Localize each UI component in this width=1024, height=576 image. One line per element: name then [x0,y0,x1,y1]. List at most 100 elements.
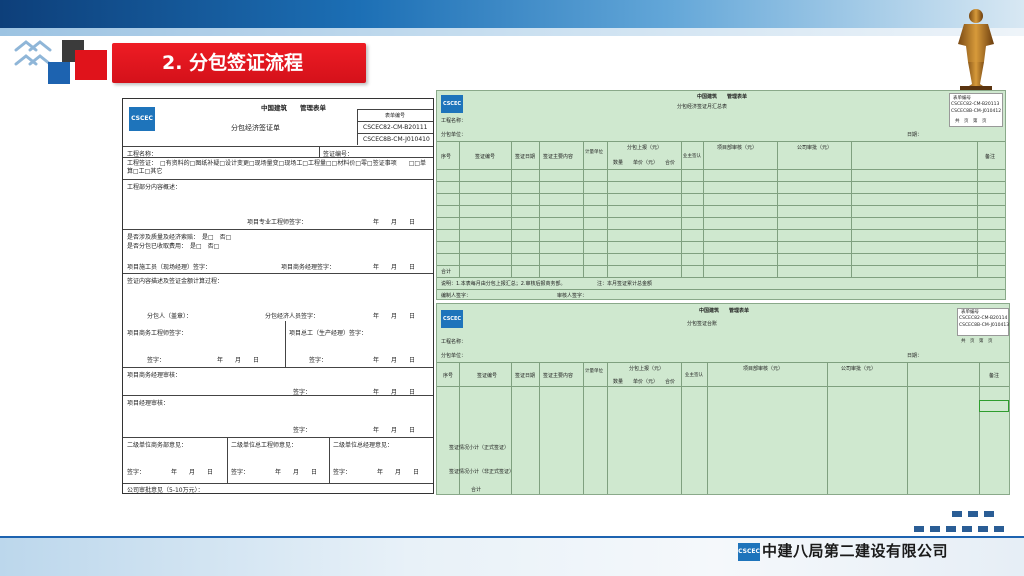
sheet1-col-note: 备注 [985,154,996,160]
sheet2-col-content: 签证主要内容 [543,373,574,379]
visa-ledger-sheet: CSCEC 中国建筑 管理表单 分包签证台账 表单编号 CSCEC82-CM-B… [436,303,1010,495]
slide: 2. 分包签证流程 CSCEC 中国建筑 管理表单 分包经济签证单 表单编号 C… [0,0,1024,576]
monthly-summary-sheet: CSCEC 中国建筑 管理表单 分包经济签证月汇总表 表单编号 CSCEC82-… [436,90,1006,300]
form-date-2: 年 月 日 [373,264,416,271]
sheet2-col-sub: 分包上报（元） [629,366,665,372]
sheet1-col-date: 签证日期 [515,154,536,160]
sheet1-sub-price: 单价（元） [633,160,659,166]
form-sub-econ-sign: 分包经济人员签字： [265,313,320,320]
form-dept-sign-1: 项目商务工程师签字： [127,330,188,337]
form-date-10: 年 月 日 [377,469,420,476]
form-sign-1: 签字： [147,357,166,364]
sheet1-code-1: CSCEC82-CM-B20113 [951,102,1000,107]
sheet2-sub-price: 单价（元） [633,379,659,385]
top-banner [0,0,1024,28]
sheet1-logo: CSCEC [441,95,463,113]
sheet2-project-label: 工程名称： [441,339,467,345]
sheet1-code-label: 表单编号 [953,96,971,101]
sheet1-col-content: 签证主要内容 [543,154,574,160]
form-sign-6: 签字： [231,469,250,476]
sheet2-logo: CSCEC [441,310,463,328]
sheet2-col-unit: 计量单位 [585,369,603,374]
company-logo: CSCEC [738,543,760,561]
form-sign-7: 签字： [333,469,352,476]
sheet2-header: 中国建筑 管理表单 [699,308,750,314]
sheet1-note: 说明：1.本表每月由分包上报汇总；2.审核后报商务部。 [441,281,566,287]
sheet1-col-owner: 业主签认 [683,154,701,159]
sheet2-row-informal: 签证情况小计（非正式签证） [449,469,515,475]
form-date-5: 年 月 日 [373,357,416,364]
form-dept-sign-2: 项目总工（生产经理）签字： [289,330,368,337]
form-dept-2: 二级单位总工程师意见： [231,442,298,449]
sheet1-sub-qty: 数量 [613,160,624,166]
subcontract-visa-form: CSCEC 中国建筑 管理表单 分包经济签证单 表单编号 CSCEC82-CM-… [122,98,434,494]
sheet1-col-sub: 分包上报（元） [627,145,663,151]
slide-title: 2. 分包签证流程 [112,43,366,83]
selected-cell[interactable] [979,400,1009,412]
statue-icon [958,9,994,91]
sheet1-note2: 注：本月签证累计总金额 [597,281,653,287]
sheet2-col-note: 备注 [989,373,1000,379]
form-date-8: 年 月 日 [171,469,214,476]
form-reason: 工程签证： □有资料的□图纸补疑□设计变更□现场量变□现场工□工程量□□材料价□… [127,160,427,175]
form-code-label: 表单编号 [385,113,406,119]
deco-square-blue [48,62,70,84]
deco-square-red [75,50,107,80]
sheet1-sign1: 编制人签字： [441,293,472,299]
sheet2-col-dept: 项目部审核（元） [743,366,784,372]
form-pd-label: 项目经理审核： [127,400,170,407]
sheet2-row-formal: 签证情况小计（正式签证） [449,445,510,451]
form-dept-1: 二级单位商务部意见： [127,442,188,449]
sheet2-sub-total: 合价 [665,379,676,385]
sheet2-title: 分包签证台账 [687,321,718,327]
sheet1-col-comp: 公司审批（元） [797,145,833,151]
company-name: 中建八局第二建设有限公司 [762,542,949,560]
sheet2-sub-label: 分包单位： [441,353,467,359]
form-warranty-label: 是否涉及质量及经济索赔： 是□ 否□ [127,234,232,241]
sheet1-title: 分包经济签证月汇总表 [677,104,728,110]
form-dept-3: 二级单位总经理意见： [333,442,394,449]
form-eng-label: 项目商务经理签字： [281,264,336,271]
form-fm-label: 项目施工员（现场经理）签字： [127,264,212,271]
sheet1-col-unit: 计量单位 [585,150,603,155]
sheet2-col-owner: 业主签认 [685,373,703,378]
top-banner-stripe [0,28,1024,36]
sheet1-col-code: 签证编号 [475,154,496,160]
form-date-1: 年 月 日 [373,219,416,226]
sheet2-code-label: 表单编号 [961,310,979,315]
sheet2-col-code: 签证编号 [477,373,498,379]
sheet1-total: 合计 [441,269,452,275]
form-sub-sign: 分包人（盖章）： [147,313,193,320]
sheet1-col-dept: 项目部审核（元） [717,145,758,151]
form-code-1: CSCEC82-CM-B20111 [363,124,428,131]
form-work-content-label: 工程部分内容概述： [127,184,182,191]
form-pm-mgr-label: 项目商务经理审核： [127,372,182,379]
form-header: 中国建筑 管理表单 [261,104,326,112]
form-footer: 公司审批意见（5-10万元）： [127,487,204,494]
form-title: 分包经济签证单 [231,124,280,132]
form-date-3: 年 月 日 [373,313,416,320]
sheet1-sub-label: 分包单位： [441,132,467,138]
sheet1-sign2: 审核人签字： [557,293,588,299]
form-code-2: CSCEC8B-CM-J010410 [363,136,430,143]
sheet1-page: 共 页 第 页 [955,119,987,124]
sheet1-header: 中国建筑 管理表单 [697,94,748,100]
form-sign-2: 签字： [309,357,328,364]
form-charge-label: 是否分包已收取费用： 是□ 否□ [127,243,220,250]
form-date-7: 年 月 日 [373,427,416,434]
form-sign-4: 签字： [293,427,312,434]
form-logo: CSCEC [129,107,155,131]
sheet2-col-date: 签证日期 [515,373,536,379]
sheet2-row-total: 合计 [471,487,482,493]
sheet2-period-label: 日期： [907,353,923,359]
sheet1-col-no: 序号 [441,154,452,160]
sheet2-page: 共 页 第 页 [961,339,993,344]
sheet1-sub-total: 合价 [665,160,676,166]
sheet2-code-2: CSCEC8B-CM-J010413 [959,323,1010,328]
sheet2-code-1: CSCEC82-CM-B20114 [959,316,1008,321]
sheet1-code-2: CSCEC8B-CM-J010412 [951,109,1002,114]
form-date-4: 年 月 日 [217,357,260,364]
form-pm-sign: 项目专业工程师签字： [247,219,308,226]
form-content-label: 签证内容描述及签证金额计算过程： [127,278,224,285]
sheet2-col-comp: 公司审批（元） [841,366,877,372]
